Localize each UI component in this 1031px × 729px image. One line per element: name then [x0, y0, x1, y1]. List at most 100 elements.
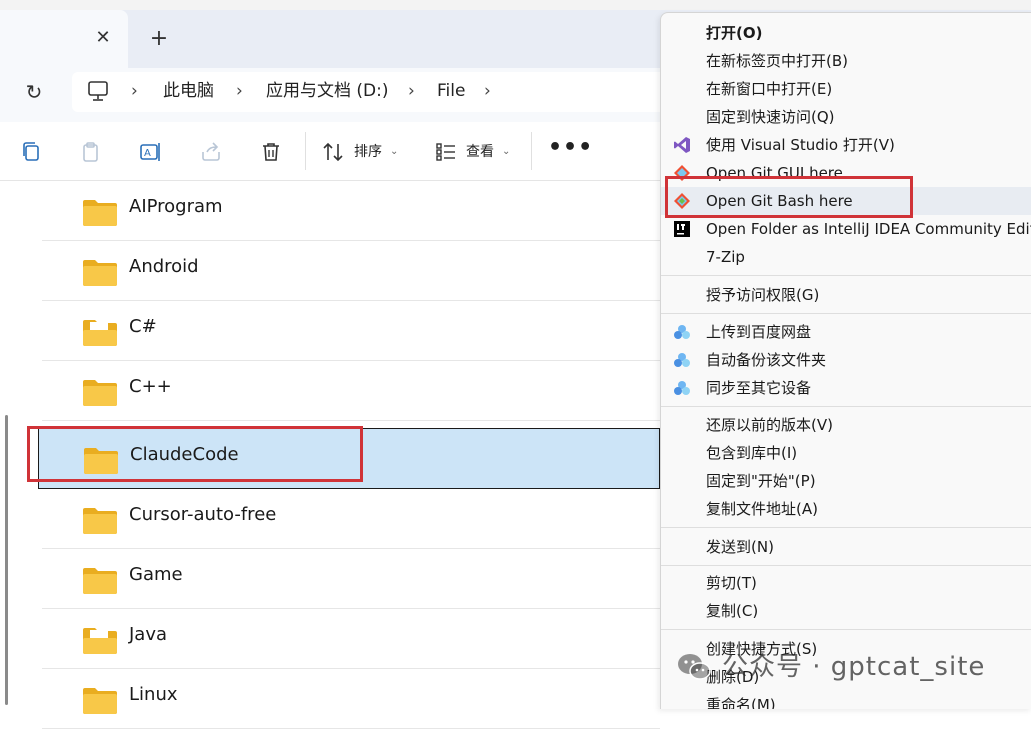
folder-icon: [83, 688, 117, 714]
folder-icon: [83, 380, 117, 406]
file-name: C#: [129, 316, 157, 337]
rename-icon[interactable]: A: [139, 140, 163, 164]
menu-item-label: 复制(C): [706, 602, 759, 620]
wechat-icon: [678, 654, 711, 680]
folder-document-icon: [83, 320, 117, 346]
menu-divider: [661, 275, 1031, 276]
menu-item-label: 包含到库中(I): [706, 444, 798, 462]
annotation-highlight-git-bash: [665, 176, 913, 218]
menu-item-label: 还原以前的版本(V): [706, 416, 833, 434]
menu-divider: [661, 565, 1031, 566]
menu-item-label: 打开(O): [706, 24, 763, 42]
menu-item-label: 发送到(N): [706, 538, 774, 556]
menu-item-label: 固定到"开始"(P): [706, 472, 816, 490]
file-name: Game: [129, 564, 183, 585]
menu-item-cut[interactable]: 剪切(T): [661, 569, 1031, 597]
menu-item-grant-access[interactable]: 授予访问权限(G): [661, 281, 1031, 309]
menu-item-restore-versions[interactable]: 还原以前的版本(V): [661, 411, 1031, 439]
menu-item-pin-start[interactable]: 固定到"开始"(P): [661, 467, 1031, 495]
tab-close-icon[interactable]: ✕: [93, 28, 113, 48]
folder-icon: [83, 508, 117, 534]
menu-item-open-new-window[interactable]: 在新窗口中打开(E): [661, 75, 1031, 103]
menu-item-label: 复制文件地址(A): [706, 500, 818, 518]
menu-item-label: 7-Zip: [706, 248, 745, 266]
computer-icon: [88, 81, 108, 101]
breadcrumb-this-pc[interactable]: 此电脑: [163, 80, 214, 102]
menu-item-include-library[interactable]: 包含到库中(I): [661, 439, 1031, 467]
new-tab-button[interactable]: +: [148, 28, 170, 50]
menu-item-auto-backup[interactable]: 自动备份该文件夹: [661, 346, 1031, 374]
watermark-text: 公众号 · gptcat_site: [722, 652, 986, 682]
chevron-down-icon: ⌄: [502, 146, 511, 157]
view-icon[interactable]: [434, 140, 458, 164]
list-item[interactable]: Game: [42, 549, 660, 609]
visual-studio-icon: [674, 137, 690, 153]
context-menu: 打开(O) 在新标签页中打开(B) 在新窗口中打开(E) 固定到快速访问(Q) …: [660, 12, 1031, 709]
file-name: Java: [129, 624, 168, 645]
title-strip: [0, 0, 1031, 10]
toolbar-divider: [531, 132, 532, 170]
menu-item-label: Open Folder as IntelliJ IDEA Community E…: [706, 220, 1031, 238]
menu-divider: [661, 313, 1031, 314]
share-icon[interactable]: [199, 140, 223, 164]
refresh-icon[interactable]: ↻: [22, 80, 46, 104]
menu-item-label: 在新标签页中打开(B): [706, 52, 848, 70]
folder-icon: [83, 200, 117, 226]
delete-icon[interactable]: [259, 140, 283, 164]
sort-icon[interactable]: [321, 140, 345, 164]
list-item[interactable]: Android: [42, 241, 660, 301]
chevron-down-icon: ⌄: [390, 146, 399, 157]
breadcrumb-separator: ›: [236, 81, 243, 101]
file-name: Linux: [129, 684, 178, 705]
menu-item-send-to[interactable]: 发送到(N): [661, 533, 1031, 561]
menu-item-label: 重命名(M): [706, 696, 776, 709]
file-name: C++: [129, 376, 172, 397]
breadcrumb-separator: ›: [484, 81, 491, 101]
menu-item-copy[interactable]: 复制(C): [661, 597, 1031, 625]
menu-item-label: 同步至其它设备: [706, 379, 812, 397]
copy-icon[interactable]: [19, 140, 43, 164]
menu-item-open-new-tab[interactable]: 在新标签页中打开(B): [661, 47, 1031, 75]
list-item[interactable]: AIProgram: [42, 181, 660, 241]
folder-icon: [83, 568, 117, 594]
list-item[interactable]: C#: [42, 301, 660, 361]
list-item[interactable]: Cursor-auto-free: [42, 489, 660, 549]
breadcrumb-drive-d[interactable]: 应用与文档 (D:): [266, 80, 389, 102]
svg-text:A: A: [144, 148, 151, 159]
baidu-netdisk-icon: [674, 353, 690, 367]
sort-button[interactable]: 排序: [354, 142, 382, 162]
more-options-button[interactable]: •••: [548, 137, 592, 164]
menu-item-label: 剪切(T): [706, 574, 757, 592]
breadcrumb-file[interactable]: File: [437, 80, 465, 102]
menu-item-label: 上传到百度网盘: [706, 323, 812, 341]
breadcrumb-separator: ›: [408, 81, 415, 101]
menu-item-label: 在新窗口中打开(E): [706, 80, 833, 98]
menu-item-label: 自动备份该文件夹: [706, 351, 827, 369]
menu-item-open[interactable]: 打开(O): [661, 19, 1031, 47]
toolbar-divider: [305, 132, 306, 170]
file-name: Android: [129, 256, 199, 277]
baidu-netdisk-icon: [674, 325, 690, 339]
list-item[interactable]: Linux: [42, 669, 660, 729]
menu-item-copy-path[interactable]: 复制文件地址(A): [661, 495, 1031, 523]
scrollbar-thumb[interactable]: [5, 415, 8, 705]
menu-item-sync-devices[interactable]: 同步至其它设备: [661, 374, 1031, 402]
menu-item-rename[interactable]: 重命名(M): [661, 691, 1031, 709]
folder-icon: [83, 260, 117, 286]
menu-item-label: 授予访问权限(G): [706, 286, 820, 304]
folder-document-icon: [83, 628, 117, 654]
intellij-icon: [674, 221, 690, 237]
menu-item-intellij[interactable]: Open Folder as IntelliJ IDEA Community E…: [661, 215, 1031, 243]
menu-item-open-visual-studio[interactable]: 使用 Visual Studio 打开(V): [661, 131, 1031, 159]
paste-icon[interactable]: [79, 140, 103, 164]
menu-item-7zip[interactable]: 7-Zip: [661, 243, 1031, 271]
view-button[interactable]: 查看: [466, 142, 494, 162]
menu-divider: [661, 629, 1031, 630]
menu-divider: [661, 406, 1031, 407]
list-item[interactable]: C++: [42, 361, 660, 421]
baidu-netdisk-icon: [674, 381, 690, 395]
menu-item-upload-baidu[interactable]: 上传到百度网盘: [661, 318, 1031, 346]
list-item[interactable]: Java: [42, 609, 660, 669]
menu-item-pin-quick-access[interactable]: 固定到快速访问(Q): [661, 103, 1031, 131]
breadcrumb-separator: ›: [131, 81, 138, 101]
